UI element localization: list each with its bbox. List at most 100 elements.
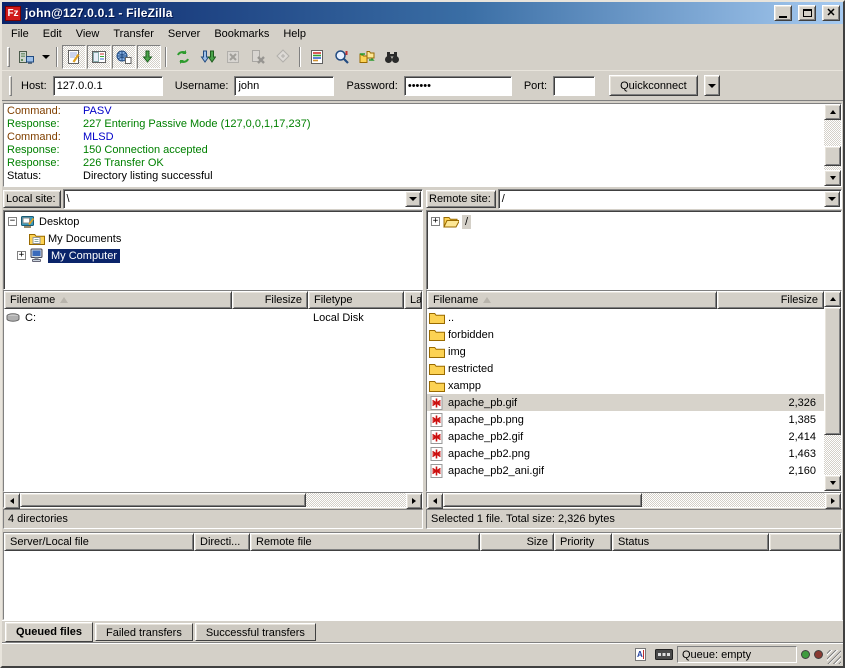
file-row[interactable]: apache_pb.png1,385 (427, 411, 824, 428)
site-manager-dropdown[interactable] (39, 45, 52, 69)
menu-bookmarks[interactable]: Bookmarks (207, 26, 276, 42)
folder-icon (429, 327, 445, 343)
column-remote-file[interactable]: Remote file (250, 533, 480, 551)
scroll-up-button[interactable] (824, 291, 841, 307)
file-row[interactable]: forbidden (427, 326, 824, 343)
toggle-local-tree-button[interactable] (87, 45, 111, 69)
cancel-button[interactable] (221, 45, 245, 69)
tree-item-desktop[interactable]: − Desktop (4, 213, 422, 230)
scroll-track[interactable] (20, 493, 406, 507)
tab-failed-transfers[interactable]: Failed transfers (95, 623, 193, 641)
port-input[interactable] (553, 76, 595, 96)
local-site-combo[interactable]: \ (63, 189, 423, 209)
file-row[interactable]: apache_pb2.gif2,414 (427, 428, 824, 445)
tree-label: My Documents (48, 233, 121, 245)
scroll-thumb[interactable] (443, 493, 642, 507)
filter-button[interactable] (305, 45, 329, 69)
username-input[interactable] (234, 76, 334, 96)
column-filename[interactable]: Filename (4, 291, 232, 309)
quickconnect-button[interactable]: Quickconnect (609, 75, 698, 96)
file-row[interactable]: img (427, 343, 824, 360)
scroll-left-button[interactable] (4, 493, 20, 509)
remote-vscrollbar[interactable] (824, 291, 841, 491)
column-spacer (769, 533, 841, 551)
scroll-thumb[interactable] (20, 493, 306, 507)
close-button[interactable]: ✕ (822, 5, 840, 21)
scroll-right-button[interactable] (406, 493, 422, 509)
scroll-track[interactable] (824, 120, 841, 170)
scroll-track[interactable] (443, 493, 825, 507)
sync-browse-button[interactable] (355, 45, 379, 69)
minimize-button[interactable] (774, 5, 792, 21)
column-filename[interactable]: Filename (427, 291, 717, 309)
compare-button[interactable] (330, 45, 354, 69)
disconnect-button[interactable] (246, 45, 270, 69)
tree-item-root[interactable]: + / (427, 213, 841, 230)
log-scrollbar[interactable] (824, 104, 841, 186)
refresh-button[interactable] (171, 45, 195, 69)
scroll-up-button[interactable] (824, 104, 841, 120)
local-hscrollbar[interactable] (3, 492, 423, 508)
site-manager-button[interactable] (14, 45, 38, 69)
quickconnect-bar: Host: Username: Password: Port: Quickcon… (2, 71, 843, 101)
local-panel: Local site: \ − Desktop (3, 188, 423, 508)
process-queue-button[interactable] (196, 45, 220, 69)
remote-site-combo[interactable]: / (498, 189, 842, 209)
file-row[interactable]: apache_pb2_ani.gif2,160 (427, 462, 824, 479)
tree-item-my-computer[interactable]: + My Computer (4, 247, 422, 264)
remote-site-value: / (499, 191, 824, 207)
file-row[interactable]: apache_pb2.png1,463 (427, 445, 824, 462)
menu-edit[interactable]: Edit (36, 26, 69, 42)
toolbar-separator (165, 47, 167, 67)
column-direction[interactable]: Directi... (194, 533, 250, 551)
tab-successful-transfers[interactable]: Successful transfers (195, 623, 316, 641)
transfer-type-ascii-icon[interactable]: A (631, 647, 650, 663)
find-files-button[interactable] (380, 45, 404, 69)
expand-icon[interactable]: + (431, 217, 440, 226)
host-input[interactable] (53, 76, 163, 96)
scroll-left-button[interactable] (427, 493, 443, 509)
my-documents-icon (29, 231, 45, 247)
column-filesize[interactable]: Filesize (717, 291, 824, 309)
toggle-queue-button[interactable] (137, 45, 161, 69)
tab-queued-files[interactable]: Queued files (5, 622, 93, 642)
scroll-track[interactable] (824, 307, 841, 475)
file-row[interactable]: xampp (427, 377, 824, 394)
quickconnect-dropdown[interactable] (704, 75, 720, 96)
encryption-status-icon[interactable] (654, 647, 673, 663)
menu-file[interactable]: File (4, 26, 36, 42)
remote-site-dropdown[interactable] (824, 191, 840, 207)
file-row-selected[interactable]: apache_pb.gif2,326 (427, 394, 824, 411)
column-priority[interactable]: Priority (554, 533, 612, 551)
resize-grip[interactable] (827, 650, 841, 664)
column-filesize[interactable]: Filesize (232, 291, 308, 309)
column-status[interactable]: Status (612, 533, 769, 551)
column-last-modified[interactable]: Last modified (404, 291, 422, 309)
scroll-down-button[interactable] (824, 170, 841, 186)
collapse-icon[interactable]: − (8, 217, 17, 226)
expand-icon[interactable]: + (17, 251, 26, 260)
menu-view[interactable]: View (69, 26, 107, 42)
column-size[interactable]: Size (480, 533, 554, 551)
scroll-down-button[interactable] (824, 475, 841, 491)
file-row[interactable]: restricted (427, 360, 824, 377)
menu-transfer[interactable]: Transfer (106, 26, 161, 42)
password-input[interactable] (404, 76, 512, 96)
toggle-log-button[interactable] (62, 45, 86, 69)
toggle-remote-tree-button[interactable] (112, 45, 136, 69)
column-filetype[interactable]: Filetype (308, 291, 404, 309)
file-row-c-drive[interactable]: C: Local Disk (4, 309, 422, 326)
tree-item-my-documents[interactable]: My Documents (4, 230, 422, 247)
reconnect-button[interactable] (271, 45, 295, 69)
log-line: Response:150 Connection accepted (7, 144, 824, 157)
local-site-dropdown[interactable] (405, 191, 421, 207)
menu-server[interactable]: Server (161, 26, 207, 42)
maximize-button[interactable] (798, 5, 816, 21)
menu-help[interactable]: Help (276, 26, 313, 42)
file-row[interactable]: .. (427, 309, 824, 326)
column-server-local-file[interactable]: Server/Local file (4, 533, 194, 551)
scroll-thumb[interactable] (824, 146, 841, 166)
scroll-right-button[interactable] (825, 493, 841, 509)
scroll-thumb[interactable] (824, 307, 841, 435)
remote-hscrollbar[interactable] (426, 492, 842, 508)
